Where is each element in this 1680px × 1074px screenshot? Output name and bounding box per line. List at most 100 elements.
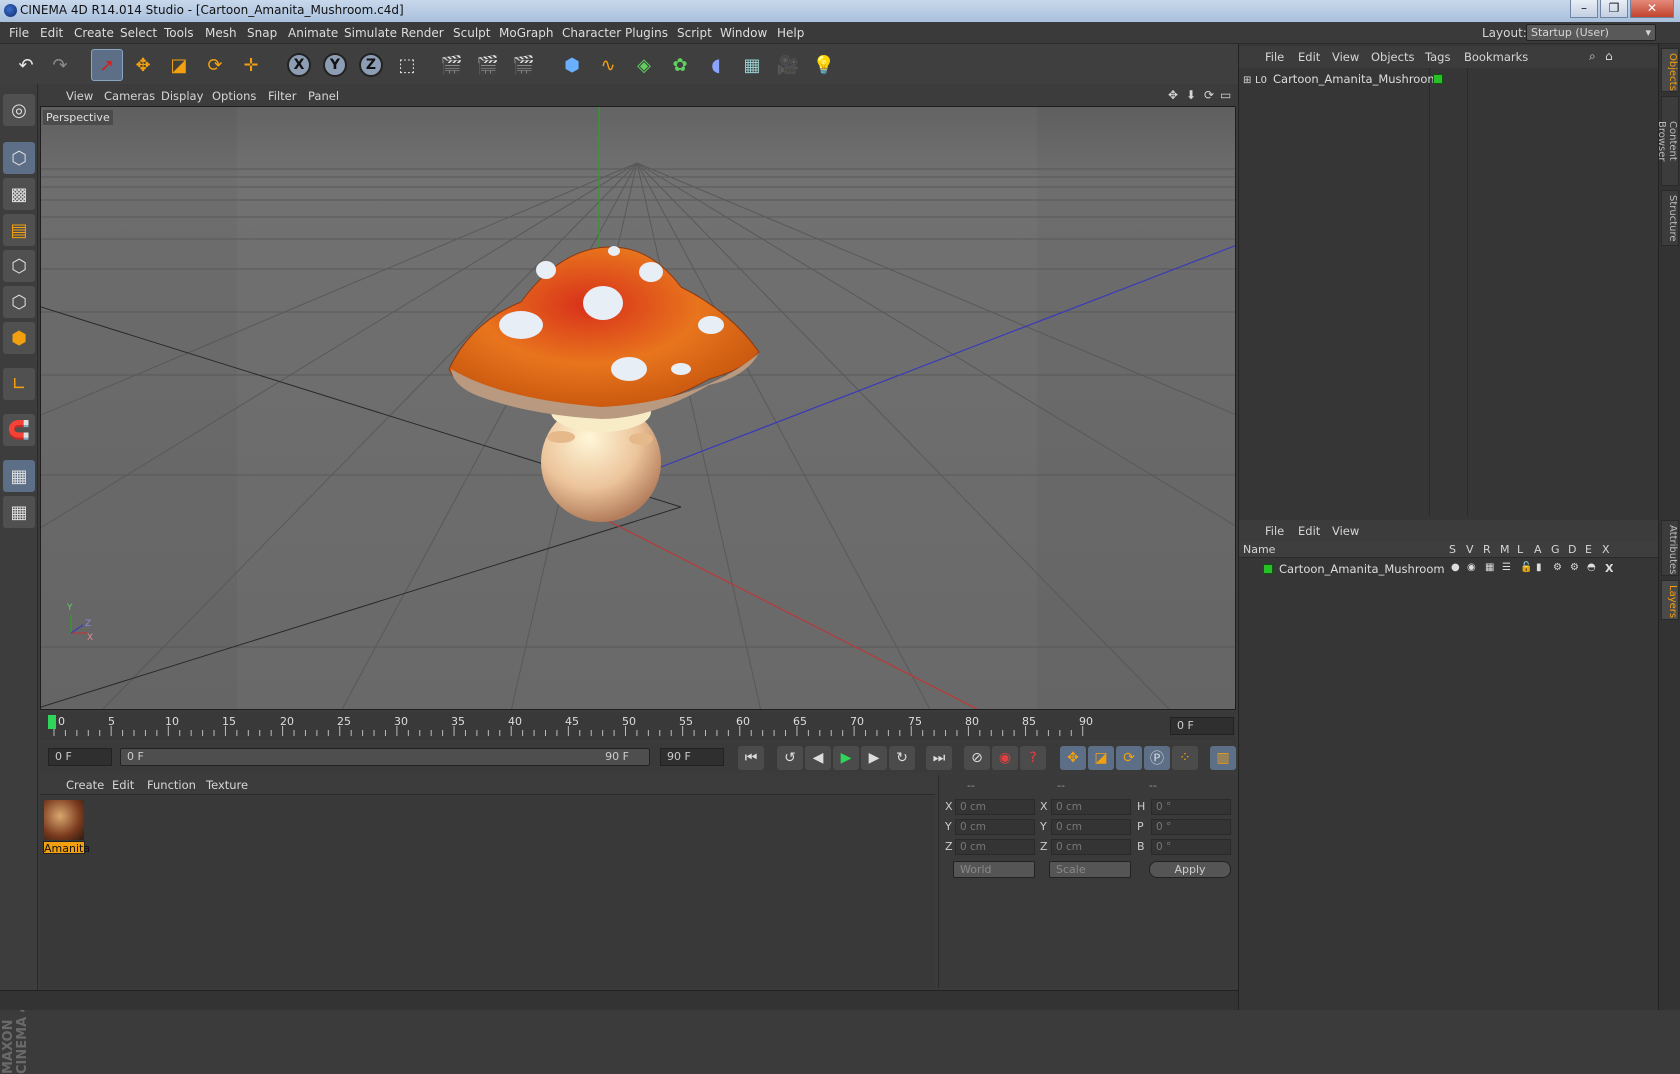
menu-plugins[interactable]: Plugins xyxy=(625,26,668,40)
key-pla-button[interactable]: ⁘ xyxy=(1172,746,1198,770)
tab-objects[interactable]: Objects xyxy=(1661,48,1679,92)
material-thumbnail[interactable] xyxy=(44,800,84,840)
coordinate-space-dropdown[interactable]: World xyxy=(953,861,1035,878)
menu-script[interactable]: Script xyxy=(677,26,712,40)
step-back-button[interactable]: ◀ xyxy=(805,746,831,770)
model-mode-button[interactable]: ⬡ xyxy=(3,142,35,174)
tab-content-browser[interactable]: Content Browser xyxy=(1656,96,1679,186)
material-menu-function[interactable]: Function xyxy=(147,778,196,792)
add-tool[interactable]: ✛ xyxy=(235,49,267,81)
menu-mesh[interactable]: Mesh xyxy=(205,26,237,40)
object-menu-edit[interactable]: Edit xyxy=(1298,50,1320,64)
rotate-tool[interactable]: ⟳ xyxy=(199,49,231,81)
planar-workplane-button[interactable]: ▦ xyxy=(3,496,35,528)
expression-toggle-icon[interactable]: ◓ xyxy=(1587,562,1596,573)
object-menu-file[interactable]: File xyxy=(1265,50,1284,64)
go-to-start-button[interactable]: ⏮ xyxy=(738,746,764,770)
next-key-button[interactable]: ↻ xyxy=(889,746,915,770)
search-icon[interactable]: ⌕ xyxy=(1589,49,1596,64)
add-deformer-button[interactable]: ◖ xyxy=(700,49,732,81)
add-spline-button[interactable]: ∿ xyxy=(592,49,624,81)
menu-render[interactable]: Render xyxy=(401,26,444,40)
record-keys-button[interactable]: ⊘ xyxy=(964,746,990,770)
layer-menu-view[interactable]: View xyxy=(1332,524,1359,538)
manager-toggle-icon[interactable]: ☰ xyxy=(1502,562,1511,573)
layer-color-swatch[interactable] xyxy=(1263,564,1273,574)
add-camera-button[interactable]: 🎥 xyxy=(772,49,804,81)
menu-sculpt[interactable]: Sculpt xyxy=(453,26,490,40)
menu-character[interactable]: Character xyxy=(562,26,621,40)
viewport-menu-display[interactable]: Display xyxy=(161,89,203,103)
object-row[interactable]: ⊞ L0 Cartoon_Amanita_Mushroom xyxy=(1243,72,1653,88)
menu-tools[interactable]: Tools xyxy=(164,26,194,40)
layer-color-swatch[interactable] xyxy=(1433,74,1443,84)
add-floor-button[interactable]: ▦ xyxy=(736,49,768,81)
viewport-menu-panel[interactable]: Panel xyxy=(308,89,339,103)
perspective-viewport[interactable]: Perspective Y Z X xyxy=(40,106,1236,710)
deformer-toggle-icon[interactable]: ⚙ xyxy=(1570,562,1579,573)
move-tool[interactable]: ✥ xyxy=(127,49,159,81)
tab-attributes[interactable]: Attributes xyxy=(1661,520,1679,576)
size-mode-dropdown[interactable]: Scale xyxy=(1049,861,1131,878)
viewport-zoom-icon[interactable]: ⬇ xyxy=(1186,88,1196,102)
lock-icon[interactable]: 🔓 xyxy=(1520,562,1532,573)
viewport-menu-options[interactable]: Options xyxy=(212,89,256,103)
menu-snap[interactable]: Snap xyxy=(247,26,277,40)
render-settings-button[interactable]: 🎬 xyxy=(508,49,540,81)
y-axis-lock[interactable]: Y xyxy=(319,49,351,81)
make-editable-button[interactable]: ◎ xyxy=(3,94,35,126)
material-menu-texture[interactable]: Texture xyxy=(206,778,248,792)
viewport-menu-filter[interactable]: Filter xyxy=(268,89,296,103)
material-menu-create[interactable]: Create xyxy=(66,778,104,792)
tab-layers[interactable]: Layers xyxy=(1661,580,1679,620)
render-toggle-icon[interactable]: ▦ xyxy=(1485,562,1494,573)
menu-help[interactable]: Help xyxy=(777,26,804,40)
layer-row[interactable]: Cartoon_Amanita_Mushroom ● ◉ ▦ ☰ 🔓 ▮ ⚙ ⚙… xyxy=(1243,562,1653,578)
step-forward-button[interactable]: ▶ xyxy=(861,746,887,770)
solo-toggle-icon[interactable]: ● xyxy=(1451,562,1460,573)
frame-range-slider[interactable]: 0 F 90 F xyxy=(120,748,650,766)
size-y-field[interactable]: 0 cm xyxy=(1051,819,1131,835)
layer-menu-edit[interactable]: Edit xyxy=(1298,524,1320,538)
add-cube-button[interactable]: ⬢ xyxy=(556,49,588,81)
playhead[interactable] xyxy=(48,715,56,729)
current-frame-field[interactable]: 0 F xyxy=(1170,717,1234,735)
snap-button[interactable]: 🧲 xyxy=(3,414,35,446)
coordinate-system-toggle[interactable]: ⬚ xyxy=(391,49,423,81)
key-scale-button[interactable]: ◪ xyxy=(1088,746,1114,770)
scale-tool[interactable]: ◪ xyxy=(163,49,195,81)
key-parameter-button[interactable]: Ⓟ xyxy=(1144,746,1170,770)
camera-label[interactable]: Perspective xyxy=(43,110,113,125)
autokey-button[interactable]: ◉ xyxy=(992,746,1018,770)
timeline-window-button[interactable]: ▥ xyxy=(1210,746,1236,770)
menu-animate[interactable]: Animate xyxy=(288,26,338,40)
material-label[interactable]: Amanita xyxy=(43,841,90,855)
position-x-field[interactable]: 0 cm xyxy=(955,799,1035,815)
undo-button[interactable]: ↶ xyxy=(10,49,42,81)
add-nurbs-button[interactable]: ◈ xyxy=(628,49,660,81)
key-position-button[interactable]: ✥ xyxy=(1060,746,1086,770)
viewport-menu-cameras[interactable]: Cameras xyxy=(104,89,155,103)
workplane-mode-button[interactable]: ▤ xyxy=(3,214,35,246)
previous-key-button[interactable]: ↺ xyxy=(777,746,803,770)
rotation-h-field[interactable]: 0 ° xyxy=(1151,799,1231,815)
menu-create[interactable]: Create xyxy=(74,26,114,40)
axis-mode-button[interactable]: ∟ xyxy=(3,368,35,400)
timeline-ruler[interactable]: 0 5 10 15 20 25 30 35 40 45 50 55 60 65 … xyxy=(40,712,1236,740)
visibility-eye-icon[interactable]: ◉ xyxy=(1467,562,1476,573)
layout-dropdown[interactable]: Startup (User) ▾ xyxy=(1526,24,1656,41)
generator-toggle-icon[interactable]: ⚙ xyxy=(1553,562,1562,573)
animation-toggle-icon[interactable]: ▮ xyxy=(1536,562,1542,573)
add-array-button[interactable]: ✿ xyxy=(664,49,696,81)
menu-window[interactable]: Window xyxy=(720,26,767,40)
layer-menu-file[interactable]: File xyxy=(1265,524,1284,538)
z-axis-lock[interactable]: Z xyxy=(355,49,387,81)
play-button[interactable]: ▶ xyxy=(833,746,859,770)
viewport-pan-icon[interactable]: ✥ xyxy=(1168,88,1178,102)
viewport-menu-view[interactable]: View xyxy=(66,89,93,103)
menu-edit[interactable]: Edit xyxy=(40,26,63,40)
texture-mode-button[interactable]: ▩ xyxy=(3,178,35,210)
xref-toggle-icon[interactable]: X xyxy=(1605,562,1613,575)
rotation-b-field[interactable]: 0 ° xyxy=(1151,839,1231,855)
object-menu-view[interactable]: View xyxy=(1332,50,1359,64)
